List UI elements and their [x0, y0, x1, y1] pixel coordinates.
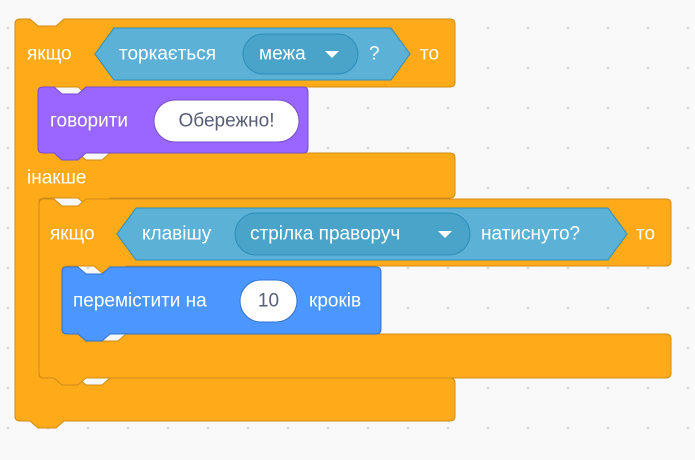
move-block[interactable]: перемістити на 10 кроків	[61, 266, 382, 342]
move-steps-value: 10	[258, 291, 279, 312]
touching-block[interactable]: торкається межа ?	[94, 27, 411, 81]
then-label: то	[420, 44, 439, 65]
key-label: клавішу	[142, 224, 212, 245]
scripting-canvas: якщо то інакше торкається межа ? говорит…	[14, 18, 672, 429]
key-dropdown[interactable]: стрілка праворуч	[234, 212, 471, 256]
inner-then-label: то	[636, 224, 655, 245]
question-mark: ?	[369, 44, 380, 65]
move-steps-input[interactable]: 10	[239, 279, 298, 323]
say-message-input[interactable]: Обережно!	[153, 99, 300, 143]
key-dropdown-value: стрілка праворуч	[250, 224, 400, 245]
key-pressed-block[interactable]: клавішу стрілка праворуч натиснуто?	[116, 207, 628, 261]
key-pressed-suffix: натиснуто?	[481, 224, 580, 245]
say-block[interactable]: говорити Обережно!	[37, 86, 309, 161]
touching-dropdown[interactable]: межа	[242, 33, 359, 75]
else-label: інакше	[27, 168, 86, 189]
move-label: перемістити на	[73, 291, 207, 312]
touching-label: торкається	[119, 44, 216, 65]
say-label: говорити	[50, 111, 128, 132]
if-label: якщо	[27, 44, 72, 65]
move-suffix: кроків	[309, 291, 361, 312]
inner-if-label: якщо	[50, 224, 95, 245]
say-message-value: Обережно!	[179, 111, 275, 132]
touching-dropdown-value: межа	[259, 44, 306, 65]
